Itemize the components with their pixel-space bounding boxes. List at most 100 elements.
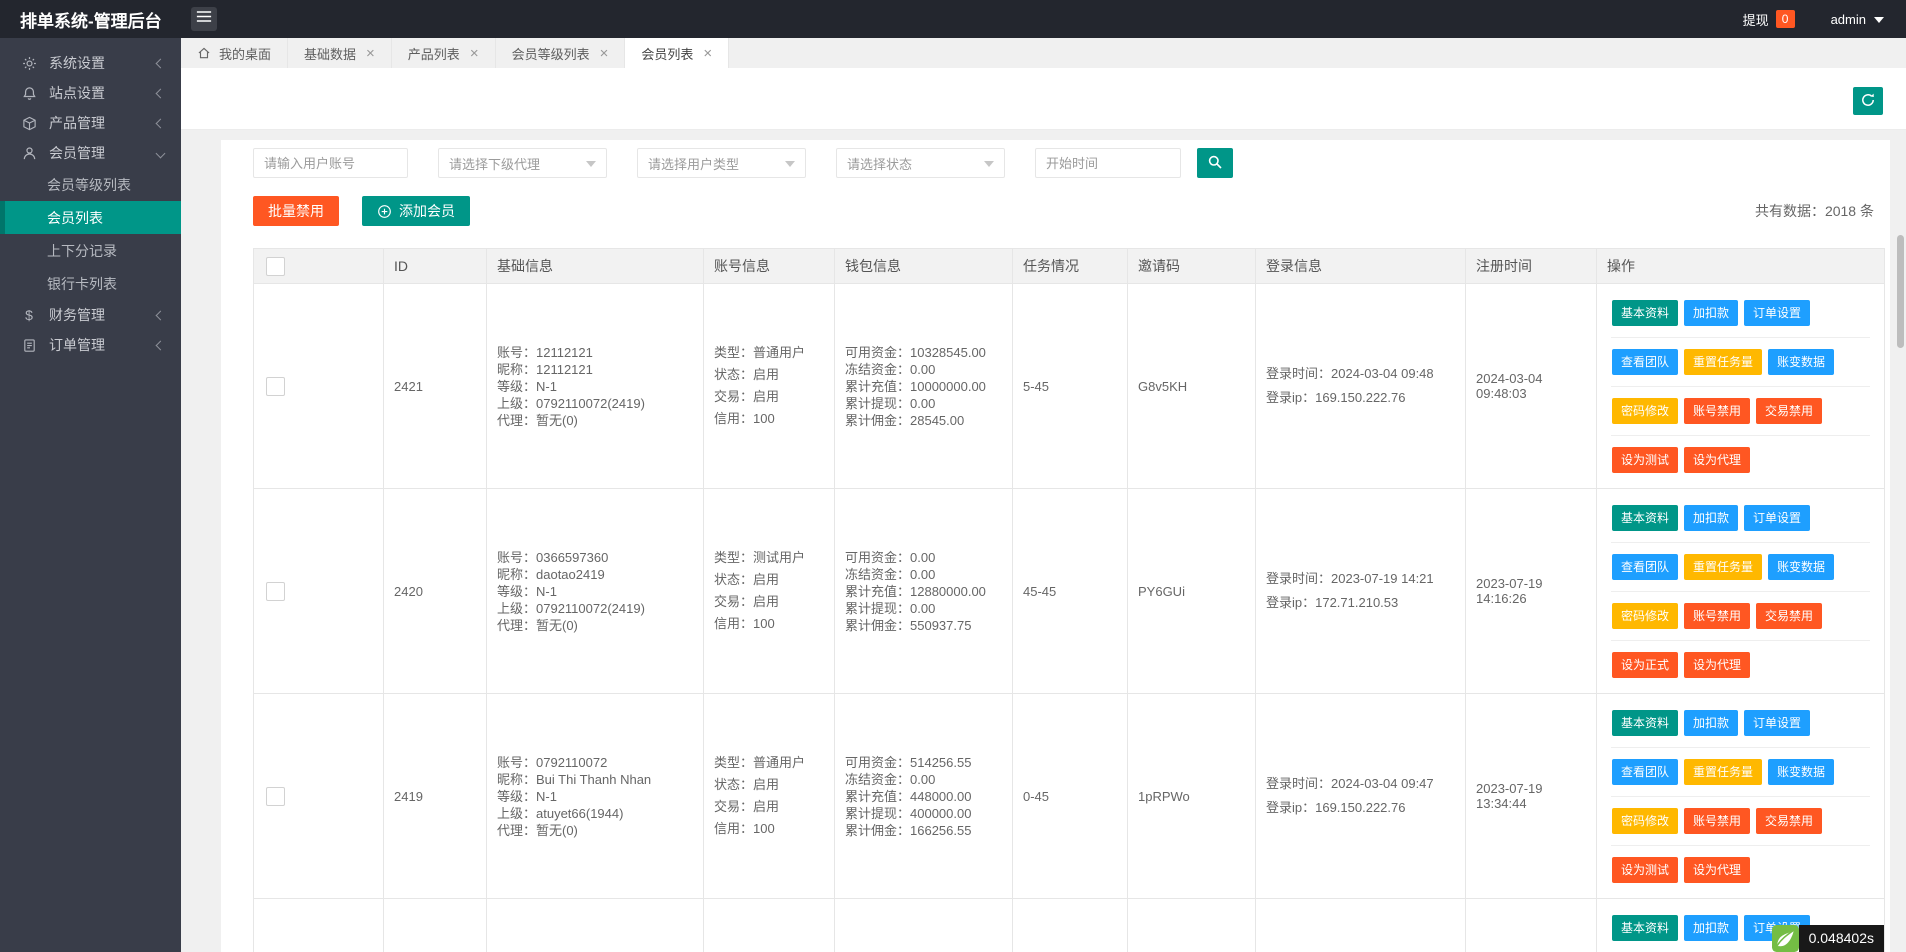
row-action-button[interactable]: 加扣款 [1684,504,1739,531]
sidebar-item-system-settings[interactable]: 系统设置 [0,48,181,78]
user-dropdown[interactable]: admin [1831,11,1884,28]
tab-label: 会员等级列表 [511,46,590,62]
batch-disable-button[interactable]: 批量禁用 [253,196,339,226]
row-action-button[interactable]: 基本资料 [1612,914,1679,941]
row-action-button[interactable]: 订单设置 [1744,709,1811,736]
account-search-input[interactable] [253,148,408,178]
row-action-button[interactable]: 重置任务量 [1684,348,1763,375]
row-checkbox[interactable] [266,376,285,396]
sidebar-item-member-management[interactable]: 会员管理 [0,138,181,168]
member-table-wrap: ID 基础信息 账号信息 钱包信息 任务情况 邀请码 登录信息 注册时间 操作 2421 账号：12… [253,248,1885,952]
sidebar-item-label: 会员管理 [49,145,105,161]
row-action-button[interactable]: 加扣款 [1684,709,1739,736]
withdraw-menu[interactable]: 提现 0 [1743,10,1795,29]
cell-invite-code: G8v5KH [1127,283,1256,489]
cell-basic-info [486,898,704,952]
row-action-button[interactable]: 账变数据 [1768,348,1835,375]
tab-basic-data[interactable]: 基础数据 × [288,38,392,68]
row-action-button[interactable]: 基本资料 [1612,504,1679,531]
column-header: 注册时间 [1465,248,1597,284]
cell-wallet-info: 可用资金：10328545.00 冻结资金：0.00 累计充值：10000000.0… [834,283,1013,489]
sidebar-item-member-levels[interactable]: 会员等级列表 [0,168,181,201]
tab-my-desktop[interactable]: 我的桌面 [181,38,289,68]
row-action-button[interactable]: 密码修改 [1612,602,1679,629]
close-icon[interactable]: × [470,46,479,61]
chevron-down-icon [1874,16,1884,28]
row-action-button[interactable]: 密码修改 [1612,807,1679,834]
chevron-down-icon [155,148,166,159]
gear-icon [21,55,37,71]
refresh-button[interactable] [1853,87,1883,115]
agent-select[interactable]: 请选择下级代理 [438,148,607,178]
row-action-button[interactable]: 交易禁用 [1756,807,1823,834]
row-action-button[interactable]: 账变数据 [1768,758,1835,785]
cell-account-info: 类型：测试用户 状态：启用 交易：启用 信用：100 [703,488,835,694]
sidebar-item-score-records[interactable]: 上下分记录 [0,234,181,267]
row-action-button[interactable]: 账变数据 [1768,553,1835,580]
row-action-button[interactable]: 设为正式 [1612,651,1679,678]
row-action-button[interactable]: 设为代理 [1684,856,1751,883]
cell-basic-info: 账号：0792110072 昵称：Bui Thi Thanh Nhan 等级：N-1… [486,693,704,899]
sidebar-item-finance-management[interactable]: $ 财务管理 [0,300,181,330]
cell-login-info: 登录时间：2023-07-19 14:21 登录ip：172.71.210.53 [1255,488,1466,694]
chevron-down-icon [984,160,994,172]
column-header: 任务情况 [1012,248,1128,284]
row-action-button[interactable]: 基本资料 [1612,709,1679,736]
row-action-button[interactable]: 账号禁用 [1684,397,1751,424]
row-action-button[interactable]: 账号禁用 [1684,807,1751,834]
close-icon[interactable]: × [703,46,712,61]
tab-member-list[interactable]: 会员列表 × [625,38,730,68]
sidebar-item-order-management[interactable]: 订单管理 [0,330,181,360]
sidebar-item-site-settings[interactable]: 站点设置 [0,78,181,108]
cell-invite-code [1127,898,1256,952]
tab-member-levels[interactable]: 会员等级列表 × [496,38,626,68]
row-action-button[interactable]: 账号禁用 [1684,602,1751,629]
tab-product-list[interactable]: 产品列表 × [392,38,496,68]
start-time-input[interactable] [1035,148,1181,178]
close-icon[interactable]: × [600,46,609,61]
row-action-button[interactable]: 重置任务量 [1684,553,1763,580]
cell-task-status: 45-45 [1012,488,1128,694]
select-all-checkbox[interactable] [266,256,285,276]
sidebar-toggle-button[interactable] [191,7,217,31]
sidebar-item-member-list[interactable]: 会员列表 [0,201,181,234]
add-member-button[interactable]: 添加会员 [362,196,470,226]
admin-app: 排单系统-管理后台 提现 0 admin 系统设置 站点设置 产品管理 会员管理… [0,0,1906,952]
cell-wallet-info: 可用资金：514256.55 冻结资金：0.00 累计充值：448000.00 累计提… [834,693,1013,899]
chevron-left-icon [155,118,166,129]
vertical-scrollbar[interactable] [1897,235,1904,348]
sidebar-item-product-management[interactable]: 产品管理 [0,108,181,138]
row-action-button[interactable]: 查看团队 [1612,758,1679,785]
row-action-button[interactable]: 设为测试 [1612,446,1679,473]
row-action-button[interactable]: 加扣款 [1684,914,1739,941]
cell-register-time [1465,898,1597,952]
row-action-button[interactable]: 交易禁用 [1756,602,1823,629]
table-row: 基本资料加扣款订单设置 [253,898,1885,952]
row-action-button[interactable]: 基本资料 [1612,299,1679,326]
row-action-button[interactable]: 交易禁用 [1756,397,1823,424]
status-select[interactable]: 请选择状态 [836,148,1005,178]
sidebar-item-label: 产品管理 [49,115,105,131]
row-checkbox[interactable] [266,786,285,806]
row-action-button[interactable]: 密码修改 [1612,397,1679,424]
row-action-button[interactable]: 查看团队 [1612,348,1679,375]
search-button[interactable] [1197,148,1233,178]
withdraw-count-badge: 0 [1775,10,1795,28]
row-action-button[interactable]: 设为代理 [1684,446,1751,473]
row-action-button[interactable]: 订单设置 [1744,504,1811,531]
cell-account-info: 类型：普通用户 状态：启用 交易：启用 信用：100 [703,693,835,899]
row-action-button[interactable]: 订单设置 [1744,299,1811,326]
row-action-button[interactable]: 设为测试 [1612,856,1679,883]
row-action-button[interactable]: 查看团队 [1612,553,1679,580]
debug-time-badge: 0.048402s [1771,925,1884,952]
row-checkbox[interactable] [266,581,285,601]
cell-login-info: 登录时间：2024-03-04 09:47 登录ip：169.150.222.76 [1255,693,1466,899]
close-icon[interactable]: × [366,46,375,61]
row-action-button[interactable]: 重置任务量 [1684,758,1763,785]
row-action-button[interactable]: 设为代理 [1684,651,1751,678]
sidebar-item-bank-cards[interactable]: 银行卡列表 [0,267,181,300]
add-member-label: 添加会员 [399,203,455,219]
row-action-button[interactable]: 加扣款 [1684,299,1739,326]
cell-invite-code: 1pRPWo [1127,693,1256,899]
user-type-select[interactable]: 请选择用户类型 [637,148,806,178]
